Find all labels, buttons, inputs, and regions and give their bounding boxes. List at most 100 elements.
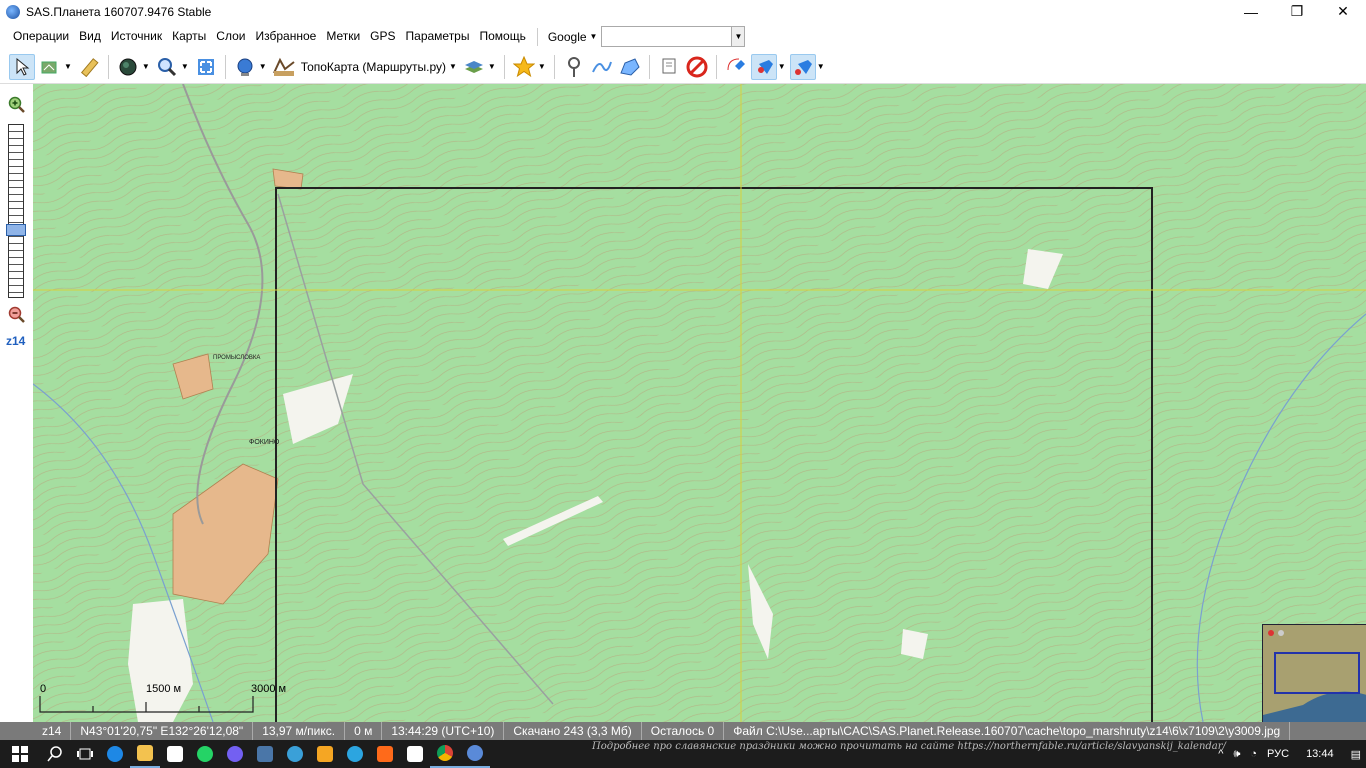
- vk-icon: [257, 746, 273, 762]
- gps-track-button[interactable]: [750, 53, 777, 80]
- search-icon: [47, 746, 62, 762]
- whatsapp-icon: [197, 746, 213, 762]
- taskbar-whatsapp[interactable]: [190, 740, 220, 768]
- pointer-tool-button[interactable]: [9, 53, 35, 80]
- minimap[interactable]: [1262, 624, 1366, 722]
- layers-button[interactable]: [461, 54, 487, 80]
- zoom-tool-button[interactable]: [154, 54, 180, 80]
- chevron-down-icon[interactable]: ▼: [64, 62, 72, 71]
- close-button[interactable]: ✕: [1320, 0, 1366, 23]
- taskbar-sasplanet[interactable]: [460, 740, 490, 768]
- clock[interactable]: 13:44: [1294, 748, 1346, 760]
- status-downloaded: Скачано 243 (3,3 Мб): [504, 722, 642, 740]
- add-placemark-button[interactable]: [561, 54, 587, 80]
- taskbar-media[interactable]: [310, 740, 340, 768]
- network-icon[interactable]: ◔: [1245, 748, 1262, 760]
- scale-label-end: 3000 м: [251, 683, 286, 695]
- taskbar-globe-app[interactable]: [280, 740, 310, 768]
- system-tray: ^ 🕪 ◔ РУС 13:44 ▤: [1213, 740, 1366, 768]
- gps-satellite-icon: [794, 59, 812, 75]
- menu-operations[interactable]: Операции: [8, 23, 74, 50]
- gps-satellite-icon: [727, 58, 745, 70]
- search-input[interactable]: [601, 26, 732, 47]
- status-time: 13:44:29 (UTC+10): [382, 722, 505, 740]
- gps-follow-button[interactable]: [789, 53, 816, 80]
- task-view-button[interactable]: [70, 740, 100, 768]
- chevron-down-icon[interactable]: ▼: [181, 62, 189, 71]
- status-bar-gap: [0, 722, 33, 740]
- chrome-icon: [437, 745, 453, 761]
- fullscreen-button[interactable]: [193, 54, 219, 80]
- minimize-button[interactable]: —: [1228, 0, 1274, 23]
- polygon-icon: [620, 57, 640, 76]
- minimap-zoom-icon[interactable]: [1278, 630, 1284, 636]
- media-player-icon: [317, 746, 333, 762]
- volume-icon[interactable]: 🕪: [1228, 748, 1245, 761]
- add-polygon-button[interactable]: [617, 54, 643, 80]
- document-icon: [662, 58, 676, 73]
- maximize-button[interactable]: ❐: [1274, 0, 1320, 23]
- minimap-close-icon[interactable]: [1268, 630, 1274, 636]
- placemarks-manager-button[interactable]: [656, 54, 682, 80]
- delete-placemarks-button[interactable]: [684, 54, 710, 80]
- chevron-down-icon[interactable]: ▼: [142, 62, 150, 71]
- globe-icon: [119, 58, 137, 75]
- taskbar-telegram[interactable]: [340, 740, 370, 768]
- telegram-icon: [347, 746, 363, 762]
- menu-layers[interactable]: Слои: [211, 23, 250, 50]
- menu-settings[interactable]: Параметры: [401, 23, 475, 50]
- menu-help[interactable]: Помощь: [474, 23, 530, 50]
- select-area-icon: [41, 61, 57, 73]
- map-source-button[interactable]: [232, 54, 258, 80]
- zoom-in-icon[interactable]: [8, 96, 26, 114]
- start-button[interactable]: [0, 740, 40, 768]
- search-taskbar-button[interactable]: [40, 740, 70, 768]
- status-zoom: z14: [33, 722, 72, 740]
- map-type-label[interactable]: ТопоКарта (Маршруты.ру): [301, 60, 446, 74]
- chevron-down-icon[interactable]: ▼: [778, 62, 786, 71]
- ruler-icon: [80, 57, 99, 77]
- folder-icon: [137, 745, 153, 761]
- chevron-down-icon[interactable]: ▼: [488, 62, 496, 71]
- favorites-button[interactable]: [511, 54, 537, 80]
- pin-icon: [567, 56, 580, 77]
- toolbar-separator: [715, 54, 717, 79]
- satellite-globe-icon: [237, 58, 253, 76]
- taskbar-chrome[interactable]: [430, 740, 460, 768]
- chevron-down-icon[interactable]: ▼: [538, 62, 546, 71]
- menu-marks[interactable]: Метки: [321, 23, 365, 50]
- fullscreen-icon: [197, 58, 214, 75]
- ruler-tool-button[interactable]: [76, 54, 102, 80]
- map-view[interactable]: ФОКИНО ПРОМЫСЛОВКА 0 1500 м 3000 м: [33, 84, 1366, 722]
- select-area-button[interactable]: [37, 54, 63, 80]
- taskbar-edge[interactable]: [100, 740, 130, 768]
- zoom-slider-thumb[interactable]: [6, 224, 26, 237]
- taskbar-vk[interactable]: [250, 740, 280, 768]
- menu-view[interactable]: Вид: [74, 23, 106, 50]
- globe-button[interactable]: [115, 54, 141, 80]
- taskbar-explorer[interactable]: [130, 740, 160, 768]
- taskbar-app-orange[interactable]: [370, 740, 400, 768]
- menu-favorites[interactable]: Избранное: [250, 23, 321, 50]
- gps-satellite-icon: [757, 59, 773, 74]
- town-label-promyslovka: ПРОМЫСЛОВКА: [213, 355, 260, 361]
- menu-maps[interactable]: Карты: [167, 23, 211, 50]
- gps-connect-button[interactable]: [723, 54, 749, 80]
- menu-gps[interactable]: GPS: [365, 23, 400, 50]
- taskbar-mail[interactable]: [400, 740, 430, 768]
- search-history-dropdown[interactable]: ▼: [731, 26, 746, 47]
- menu-source[interactable]: Источник: [106, 23, 167, 50]
- language-indicator[interactable]: РУС: [1262, 748, 1294, 760]
- cursor-icon: [16, 57, 30, 76]
- chevron-down-icon[interactable]: ▼: [449, 62, 457, 71]
- zoom-slider[interactable]: [8, 124, 24, 298]
- map-type-icon-button[interactable]: [271, 54, 297, 80]
- zoom-out-icon[interactable]: [8, 306, 26, 324]
- notification-icon[interactable]: ▤: [1346, 748, 1366, 761]
- search-provider-dropdown[interactable]: Google ▼: [544, 30, 602, 44]
- chevron-down-icon[interactable]: ▼: [259, 62, 267, 71]
- taskbar-store[interactable]: [160, 740, 190, 768]
- taskbar-viber[interactable]: [220, 740, 250, 768]
- add-path-button[interactable]: [589, 54, 615, 80]
- chevron-down-icon[interactable]: ▼: [817, 62, 825, 71]
